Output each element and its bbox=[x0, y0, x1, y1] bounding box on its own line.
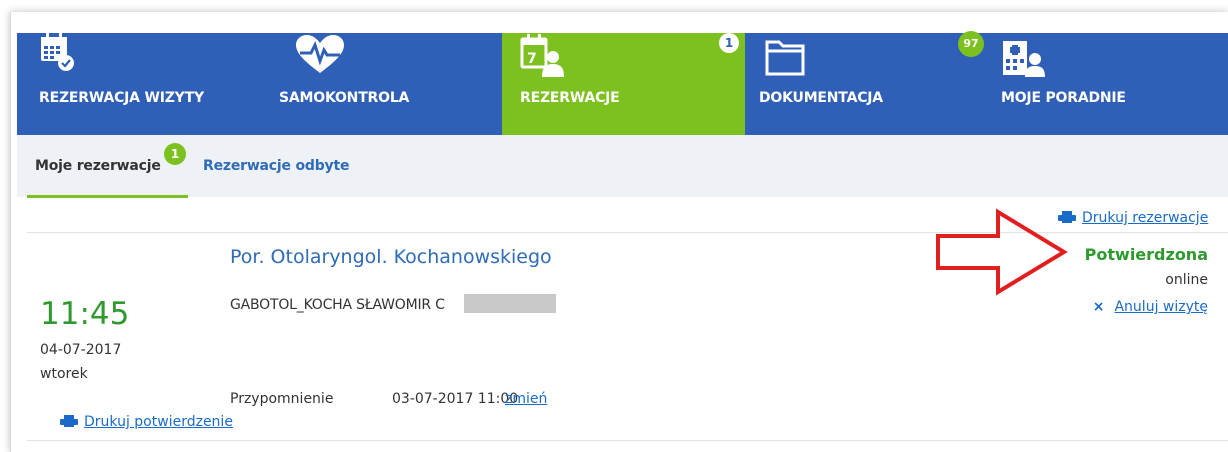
svg-text:7: 7 bbox=[527, 51, 537, 67]
appointment-date: 04-07-2017 bbox=[40, 342, 122, 358]
heart-pulse-icon bbox=[294, 35, 346, 79]
printer-icon bbox=[60, 415, 78, 431]
nav-tab-label: MOJE PORADNIE bbox=[1001, 90, 1126, 106]
appointment-day: wtorek bbox=[40, 366, 88, 382]
print-confirmation-link[interactable]: Drukuj potwierdzenie bbox=[60, 414, 233, 431]
nav-tab-label: REZERWACJA WIZYTY bbox=[39, 90, 204, 106]
reservation-mode: online bbox=[1165, 272, 1208, 288]
active-tab-underline bbox=[27, 195, 188, 198]
clinic-name[interactable]: Por. Otolaryngol. Kochanowskiego bbox=[230, 246, 552, 268]
close-icon: × bbox=[1092, 299, 1105, 315]
reminder-change-link[interactable]: zmień bbox=[505, 391, 547, 407]
clinic-building-icon bbox=[1001, 37, 1045, 81]
nav-tab-samokontrola[interactable]: SAMOKONTROLA bbox=[257, 33, 502, 135]
redacted-block bbox=[464, 294, 556, 313]
nav-tab-label: REZERWACJE bbox=[520, 90, 620, 106]
reservation-status: Potwierdzona bbox=[1084, 245, 1208, 264]
subtab-badge: 1 bbox=[164, 143, 186, 165]
nav-tab-rezerwacje[interactable]: 7 REZERWACJE bbox=[502, 33, 745, 135]
subtab-moje-rezerwacje[interactable]: Moje rezerwacje bbox=[35, 158, 161, 174]
nav-badge-rezerwacje: 1 bbox=[719, 33, 739, 53]
appointment-time: 11:45 bbox=[40, 296, 130, 332]
calendar-user-icon: 7 bbox=[520, 33, 564, 81]
divider bbox=[27, 440, 1228, 441]
folder-icon bbox=[765, 38, 805, 80]
calendar-check-icon bbox=[39, 33, 75, 79]
nav-tab-rezerwacja-wizyty[interactable]: REZERWACJA WIZYTY bbox=[17, 33, 257, 135]
subtab-rezerwacje-odbyte[interactable]: Rezerwacje odbyte bbox=[203, 158, 349, 174]
nav-badge-moje-poradnie: 97 bbox=[958, 31, 984, 57]
print-reservations-text: Drukuj rezerwacje bbox=[1082, 210, 1209, 226]
reminder-value: 03-07-2017 11:00 bbox=[392, 391, 519, 407]
subtabs-bar bbox=[17, 135, 1228, 197]
doctor-name: GABOTOL_KOCHA SŁAWOMIR C bbox=[230, 297, 445, 313]
cancel-visit-link[interactable]: × Anuluj wizytę bbox=[1093, 299, 1208, 315]
print-reservations-link[interactable]: Drukuj rezerwacje bbox=[1058, 210, 1208, 227]
print-confirmation-text: Drukuj potwierdzenie bbox=[84, 414, 233, 430]
red-arrow-annotation bbox=[936, 208, 1068, 296]
cancel-visit-text: Anuluj wizytę bbox=[1114, 299, 1208, 315]
nav-tab-moje-poradnie[interactable]: MOJE PORADNIE bbox=[983, 33, 1228, 135]
nav-tab-dokumentacja[interactable]: DOKUMENTACJA bbox=[745, 33, 983, 135]
main-navigation: REZERWACJA WIZYTY SAMOKONTROLA 7 REZERWA… bbox=[17, 31, 1228, 135]
nav-tab-label: DOKUMENTACJA bbox=[759, 90, 883, 106]
reminder-label: Przypomnienie bbox=[230, 391, 334, 407]
nav-tab-label: SAMOKONTROLA bbox=[279, 90, 410, 106]
